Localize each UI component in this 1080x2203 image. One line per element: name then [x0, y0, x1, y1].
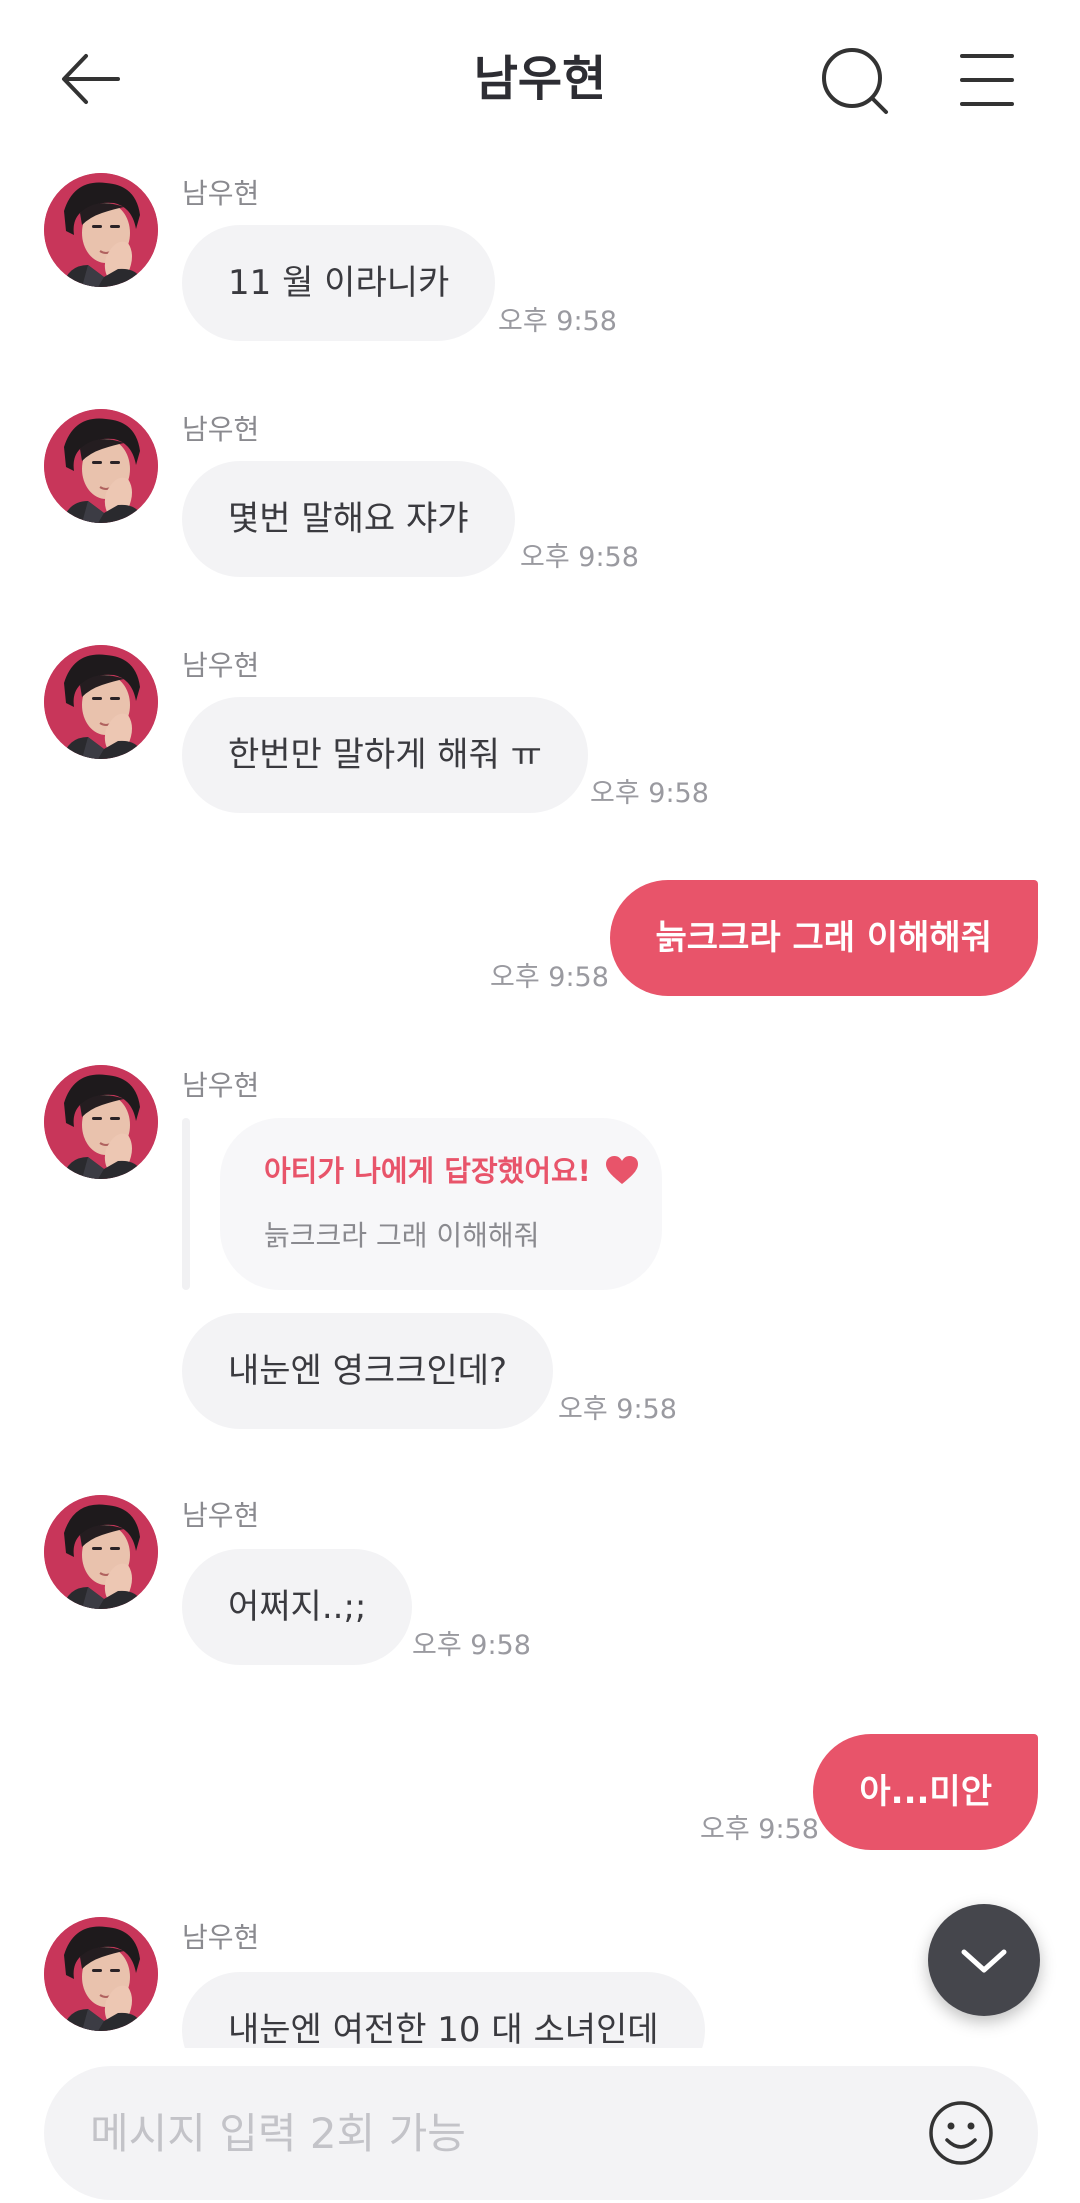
- incoming-message-bubble[interactable]: 몇번 말해요 쟈갸: [182, 461, 515, 577]
- outgoing-message-bubble[interactable]: 늙크크라 그래 이해해줘: [609, 880, 1038, 996]
- message-clip: 내눈엔 여전한 10 대 소녀인데: [0, 1960, 1080, 2048]
- smiley-icon: [929, 2101, 993, 2165]
- menu-button[interactable]: [956, 44, 1028, 116]
- reply-card[interactable]: 아티가 나에게 답장했어요! 늙크크라 그래 이해해줘: [220, 1118, 662, 1290]
- message-time: 오후 9:58: [558, 1394, 677, 1425]
- sender-name: 남우현: [182, 1069, 260, 1102]
- avatar[interactable]: [44, 645, 158, 759]
- reply-quoted-text: 늙크크라 그래 이해해줘: [264, 1219, 540, 1252]
- search-icon: [822, 48, 888, 114]
- avatar[interactable]: [44, 1065, 158, 1179]
- incoming-message-bubble[interactable]: 어쩌지..;;: [182, 1549, 413, 1665]
- incoming-message-bubble[interactable]: 11 월 이라니카: [182, 225, 496, 341]
- message-time: 오후 9:58: [700, 1814, 819, 1845]
- heart-icon: [606, 1156, 639, 1184]
- search-button[interactable]: [818, 44, 890, 116]
- incoming-message-bubble[interactable]: 내눈엔 여전한 10 대 소녀인데: [182, 1972, 705, 2048]
- chevron-down-icon: [961, 1949, 1007, 1973]
- page-title: 남우현: [473, 51, 607, 107]
- scroll-down-button[interactable]: [928, 1904, 1040, 2016]
- message-time: 오후 9:58: [490, 962, 609, 993]
- message-input-bar: [0, 2050, 1080, 2203]
- sender-name: 남우현: [182, 413, 260, 446]
- sender-name: 남우현: [182, 1499, 260, 1532]
- message-input-container: [44, 2066, 1038, 2200]
- outgoing-message-bubble[interactable]: 아...미안: [813, 1734, 1038, 1850]
- sender-name: 남우현: [182, 1921, 260, 1954]
- message-time: 오후 9:58: [498, 306, 617, 337]
- avatar[interactable]: [44, 173, 158, 287]
- reply-title-text: 아티가 나에게 답장했어요!: [264, 1154, 591, 1188]
- message-time: 오후 9:58: [590, 778, 709, 809]
- avatar[interactable]: [44, 1495, 158, 1609]
- chat-header: 남우현: [0, 0, 1080, 160]
- avatar[interactable]: [44, 409, 158, 523]
- message-time: 오후 9:58: [520, 542, 639, 573]
- sender-name: 남우현: [182, 649, 260, 682]
- emoji-button[interactable]: [928, 2100, 994, 2166]
- hamburger-menu-icon: [960, 54, 1014, 106]
- message-time: 오후 9:58: [412, 1630, 531, 1661]
- incoming-message-bubble[interactable]: 한번만 말하게 해줘 ㅠ: [182, 697, 588, 813]
- incoming-message-bubble[interactable]: 내눈엔 영크크인데?: [182, 1313, 554, 1429]
- message-input[interactable]: [90, 2066, 910, 2200]
- sender-name: 남우현: [182, 177, 260, 210]
- reply-title: 아티가 나에게 답장했어요!: [264, 1148, 639, 1190]
- reply-quote-bar: [182, 1118, 190, 1290]
